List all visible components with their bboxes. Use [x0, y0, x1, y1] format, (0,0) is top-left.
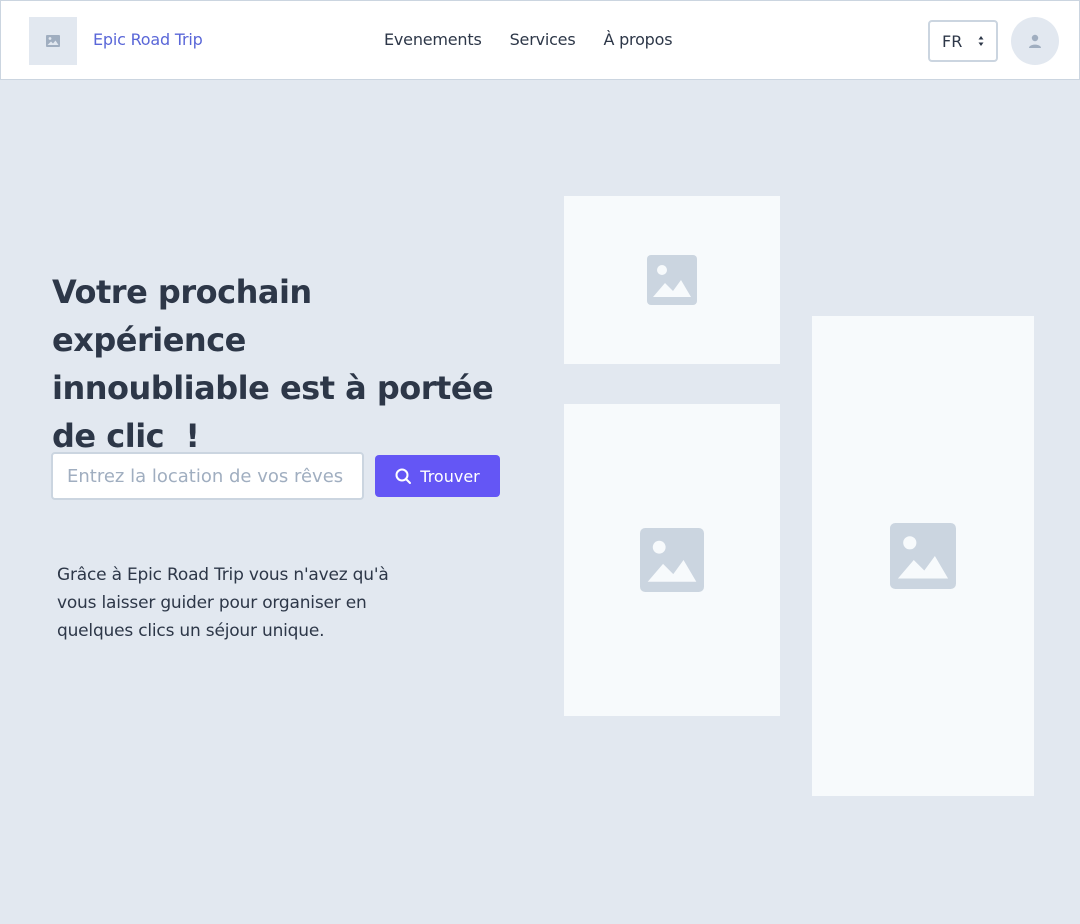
description-line: Grâce à Epic Road Trip vous n'avez qu'à [57, 565, 389, 585]
hero-title-line: Votre prochain expérience [52, 273, 312, 359]
description-line: quelques clics un séjour unique. [57, 621, 325, 641]
nav-item-services[interactable]: Services [510, 30, 576, 49]
language-select[interactable]: FR [928, 20, 998, 62]
brand-link[interactable]: Epic Road Trip [93, 30, 203, 49]
description-line: vous laisser guider pour organiser en [57, 593, 367, 613]
language-value: FR [942, 31, 963, 51]
select-arrows-icon [978, 36, 984, 46]
nav-item-evenements[interactable]: Evenements [384, 30, 482, 49]
hero-title-line: de clic ! [52, 417, 200, 455]
nav-item-a-propos[interactable]: À propos [603, 30, 672, 49]
gallery-image-3 [812, 316, 1034, 796]
avatar[interactable] [1011, 17, 1059, 65]
search-input[interactable] [51, 452, 364, 500]
logo[interactable] [29, 17, 77, 65]
image-icon [46, 35, 60, 47]
top-navigation-bar: Epic Road Trip Evenements Services À pro… [0, 0, 1080, 80]
find-button[interactable]: Trouver [375, 455, 500, 497]
image-placeholder-icon [890, 523, 956, 589]
hero-title-line: innoubliable est à portée [52, 369, 494, 407]
user-icon [1029, 34, 1041, 48]
gallery-image-1 [564, 196, 780, 364]
gallery-image-2 [564, 404, 780, 716]
search-icon [395, 468, 412, 484]
image-placeholder-icon [647, 255, 697, 305]
image-placeholder-icon [640, 528, 704, 592]
find-button-label: Trouver [420, 466, 480, 486]
hero-description: Grâce à Epic Road Trip vous n'avez qu'à … [57, 561, 437, 645]
hero-title: Votre prochain expérience innoubliable e… [52, 268, 512, 460]
main-nav: Evenements Services À propos [384, 30, 700, 49]
